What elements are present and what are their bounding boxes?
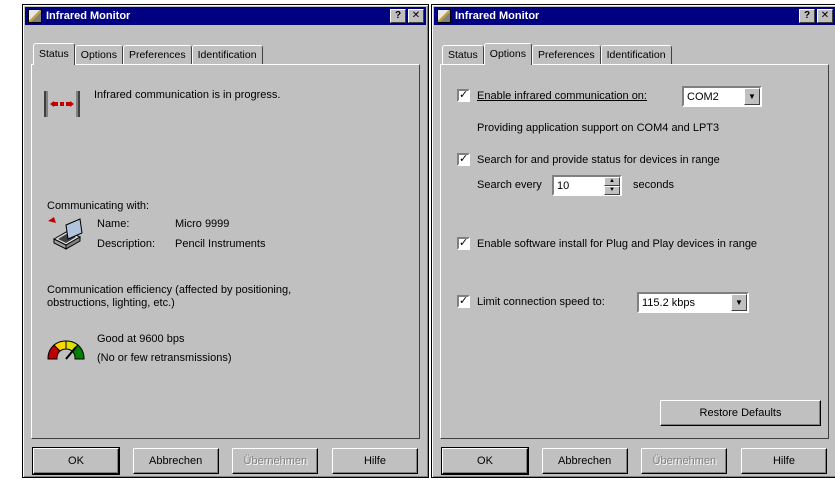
enable-ir-label[interactable]: Enable infrared communication on: <box>477 90 647 102</box>
tab-status[interactable]: Status <box>33 43 75 65</box>
efficiency-heading: Communication efficiency (affected by po… <box>47 284 292 309</box>
infrared-monitor-icon <box>437 9 451 23</box>
close-icon[interactable]: ✕ <box>817 9 833 23</box>
tab-identification[interactable]: Identification <box>191 45 263 64</box>
tab-status[interactable]: Status <box>442 45 484 64</box>
dialog-buttons: OK Abbrechen Übernehmen Hilfe <box>441 447 827 475</box>
communicating-with-label: Communicating with: <box>47 200 150 212</box>
ok-button[interactable]: OK <box>441 447 529 475</box>
chevron-down-icon[interactable]: ▼ <box>731 294 747 311</box>
seconds-label: seconds <box>633 179 674 191</box>
search-checkbox[interactable]: ✓ <box>457 153 470 166</box>
restore-defaults-button[interactable]: Restore Defaults <box>660 400 821 426</box>
infrared-monitor-icon <box>28 9 42 23</box>
port-select-value: COM2 <box>687 90 719 103</box>
chevron-up-icon[interactable]: ▲ <box>604 177 620 186</box>
description-label: Description: <box>97 238 156 250</box>
dialog-buttons: OK Abbrechen Übernehmen Hilfe <box>32 447 418 475</box>
status-panel: Infrared communication is in progress. C… <box>31 64 420 439</box>
efficiency-value: Good at 9600 bps <box>97 333 185 345</box>
chevron-down-icon[interactable]: ▼ <box>744 88 760 105</box>
support-text: Providing application support on COM4 an… <box>477 122 720 134</box>
close-icon[interactable]: ✕ <box>408 9 424 23</box>
window-title: Infrared Monitor <box>46 10 131 22</box>
options-panel: ✓ Enable infrared communication on: COM2… <box>440 64 829 439</box>
help-question-icon[interactable]: ? <box>799 9 815 23</box>
help-question-icon[interactable]: ? <box>390 9 406 23</box>
limit-speed-checkbox[interactable]: ✓ <box>457 295 470 308</box>
port-select[interactable]: COM2 ▼ <box>682 86 762 107</box>
search-every-label: Search every <box>477 179 542 191</box>
tab-options[interactable]: Options <box>483 43 532 65</box>
search-label[interactable]: Search for and provide status for device… <box>477 154 720 166</box>
tab-strip: Status Options Preferences Identificatio… <box>33 41 263 65</box>
title-bar[interactable]: Infrared Monitor ? ✕ <box>25 7 426 25</box>
search-interval-value: 10 <box>557 179 570 192</box>
plug-play-checkbox[interactable]: ✓ <box>457 237 470 250</box>
search-interval-stepper[interactable]: 10 ▲ ▼ <box>552 175 622 196</box>
ok-button[interactable]: OK <box>32 447 120 475</box>
tab-strip: Status Options Preferences Identificatio… <box>442 41 672 65</box>
window-title: Infrared Monitor <box>455 10 540 22</box>
apply-button[interactable]: Übernehmen <box>232 448 319 474</box>
help-button[interactable]: Hilfe <box>740 448 827 474</box>
tab-preferences[interactable]: Preferences <box>122 45 192 64</box>
apply-button[interactable]: Übernehmen <box>641 448 728 474</box>
limit-speed-label[interactable]: Limit connection speed to: <box>477 296 605 308</box>
laptop-icon <box>48 217 83 250</box>
cancel-button[interactable]: Abbrechen <box>541 448 628 474</box>
name-value: Micro 9999 <box>175 218 230 230</box>
chevron-down-icon[interactable]: ▼ <box>604 186 620 195</box>
speed-select-value: 115.2 kbps <box>642 296 696 309</box>
plug-play-label[interactable]: Enable software install for Plug and Pla… <box>477 238 757 250</box>
name-label: Name: <box>97 218 130 230</box>
status-message: Infrared communication is in progress. <box>94 89 281 101</box>
help-button[interactable]: Hilfe <box>331 448 418 474</box>
infrared-monitor-window-status: Infrared Monitor ? ✕ Status Options Pref… <box>22 4 429 478</box>
stepper-arrows[interactable]: ▲ ▼ <box>604 177 620 195</box>
infrared-beam-icon <box>44 91 80 117</box>
enable-ir-checkbox[interactable]: ✓ <box>457 89 470 102</box>
tab-options[interactable]: Options <box>74 45 123 64</box>
speed-select[interactable]: 115.2 kbps ▼ <box>637 292 749 313</box>
title-bar[interactable]: Infrared Monitor ? ✕ <box>434 7 835 25</box>
cancel-button[interactable]: Abbrechen <box>132 448 219 474</box>
tab-preferences[interactable]: Preferences <box>531 45 601 64</box>
infrared-monitor-window-options: Infrared Monitor ? ✕ Status Options Pref… <box>431 4 835 478</box>
signal-gauge-icon <box>47 340 85 360</box>
efficiency-note: (No or few retransmissions) <box>97 352 232 364</box>
tab-identification[interactable]: Identification <box>600 45 672 64</box>
description-value: Pencil Instruments <box>175 238 266 250</box>
